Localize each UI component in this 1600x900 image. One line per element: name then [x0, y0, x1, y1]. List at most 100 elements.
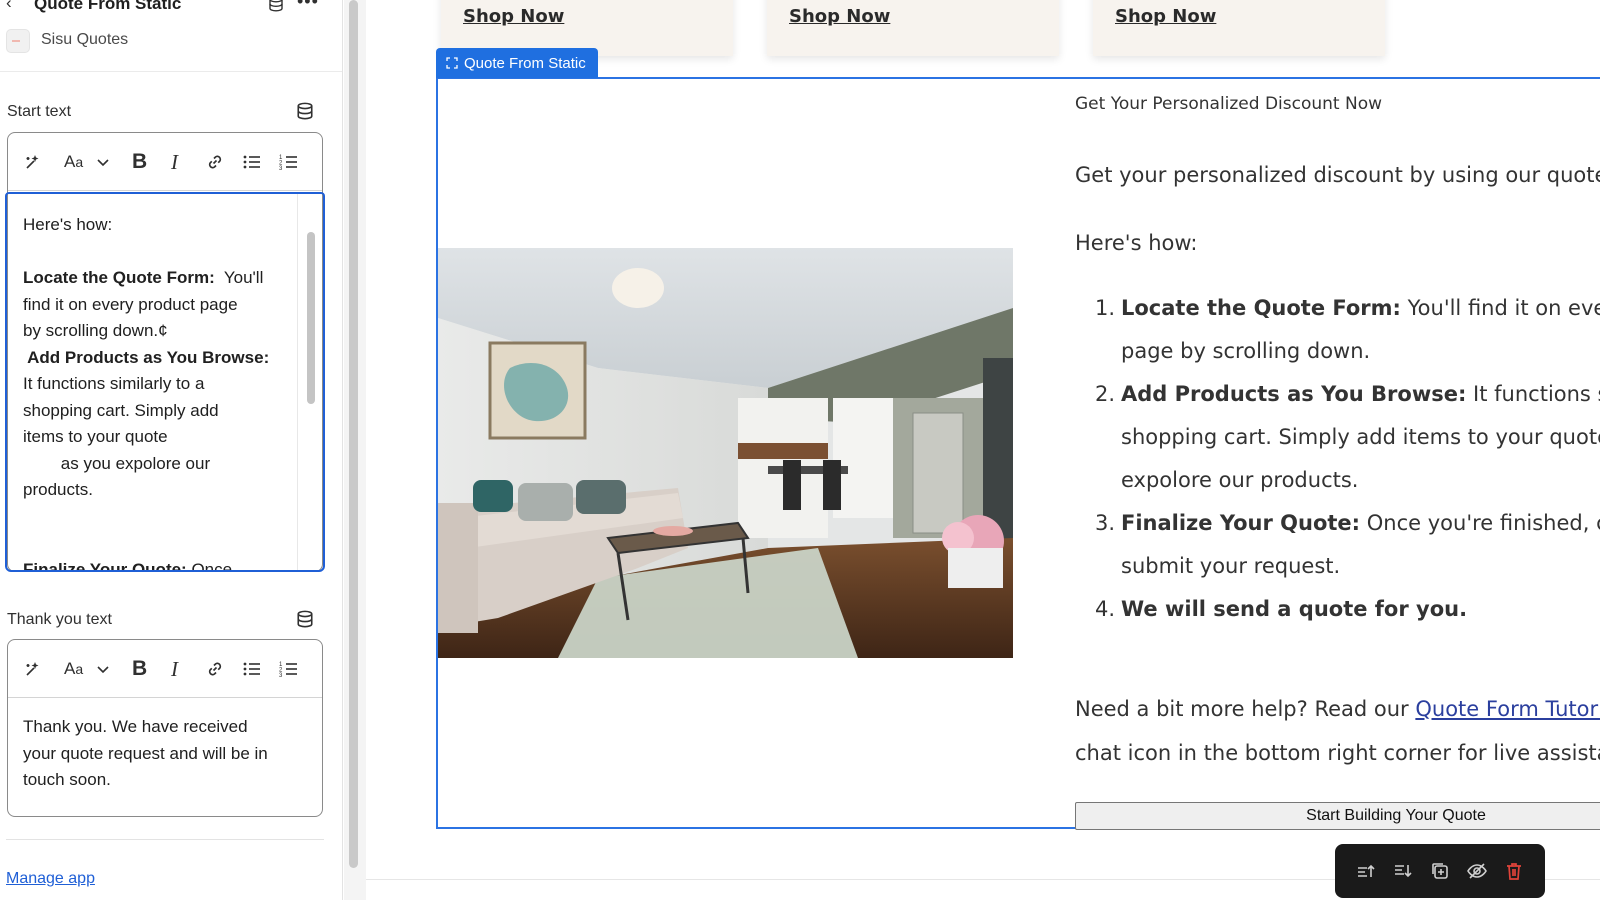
step-line: 1. Locate the Quote Form: You'll find it …	[1075, 296, 1600, 320]
app-logo	[6, 29, 30, 53]
product-card: Shop Now	[767, 0, 1059, 56]
bullet-list-icon[interactable]	[242, 657, 262, 681]
text-line: Here's how:	[23, 212, 322, 239]
editor-scrollbar[interactable]	[307, 232, 315, 404]
preview-canvas: Shop Now Shop Now Shop Now Quote From St…	[366, 0, 1600, 900]
more-options-icon[interactable]: •••	[297, 0, 319, 12]
text-line: Finalize Your Quote: Once	[23, 557, 322, 572]
italic-icon[interactable]: I	[171, 150, 178, 174]
text-line: It functions similarly to a	[23, 371, 322, 398]
step-line: expolore our products.	[1075, 468, 1358, 492]
text-line: touch soon.	[23, 770, 111, 789]
heres-how-text: Here's how:	[1075, 231, 1198, 255]
start-building-quote-button[interactable]: Start Building Your Quote	[1075, 802, 1600, 830]
help-text: Need a bit more help? Read our Quote For…	[1075, 697, 1600, 721]
text-line: shopping cart. Simply add	[23, 398, 322, 425]
bold-text: Locate the Quote Form:	[23, 268, 215, 287]
step-text: expolore our products.	[1121, 468, 1359, 492]
plain-text: It functions similarly to a	[23, 374, 205, 393]
start-text-content[interactable]: Here's how: Locate the Quote Form: You'll…	[8, 212, 322, 572]
move-down-icon[interactable]	[1390, 858, 1416, 884]
step-line: shopping cart. Simply add items to your …	[1075, 425, 1600, 449]
bold-icon[interactable]: B	[132, 657, 147, 681]
step-line: page by scrolling down.	[1075, 339, 1370, 363]
delete-icon[interactable]	[1501, 858, 1527, 884]
bold-text: Add Products as You Browse:	[23, 347, 270, 367]
step-bold: Finalize Your Quote:	[1121, 511, 1361, 535]
numbered-list-icon[interactable]: 123	[279, 657, 299, 681]
plain-text: as you expolore our	[23, 453, 211, 473]
shop-now-link[interactable]: Shop Now	[1115, 6, 1216, 27]
editor-scroll-track	[297, 194, 298, 570]
step-text: shopping cart. Simply add items to your …	[1121, 425, 1600, 449]
step-number: 4.	[1094, 597, 1115, 621]
start-text-label: Start text	[7, 103, 72, 120]
step-number: 3.	[1094, 511, 1115, 535]
hide-icon[interactable]	[1464, 858, 1490, 884]
text-line: products.	[23, 477, 322, 504]
step-text: Once you're finished, click	[1366, 511, 1600, 535]
bold-icon[interactable]: B	[132, 150, 147, 174]
manage-app-link[interactable]: Manage app	[6, 870, 95, 888]
plain-text: shopping cart. Simply add	[23, 400, 219, 420]
thank-you-content[interactable]: Thank you. We have received your quote r…	[8, 714, 322, 794]
svg-text:3: 3	[279, 673, 283, 679]
step-text: You'll find it on every p	[1407, 296, 1600, 320]
step-number: 1.	[1094, 296, 1115, 320]
move-up-icon[interactable]	[1353, 858, 1379, 884]
database-icon[interactable]	[296, 102, 314, 125]
sparkle-icon[interactable]	[23, 657, 43, 681]
block-actions-toolbar	[1335, 844, 1545, 898]
plain-text: Once	[186, 559, 233, 572]
sparkle-icon[interactable]	[23, 150, 43, 174]
intro-text: Get your personalized discount by using …	[1075, 163, 1600, 187]
start-text-editor[interactable]: Aa B I 123 Here's how: Locate the Quote F…	[7, 132, 323, 572]
sidebar-header: ‹ Quote From Static ••• Sisu Quotes	[0, 0, 342, 72]
step-line: 2. Add Products as You Browse: It functio…	[1075, 382, 1600, 406]
italic-icon[interactable]: I	[171, 657, 178, 681]
step-text: submit your request.	[1121, 554, 1341, 578]
step-line: submit your request.	[1075, 554, 1340, 578]
back-icon[interactable]: ‹	[6, 0, 12, 13]
help-prefix: Need a bit more help? Read our	[1075, 697, 1416, 721]
plain-text: by scrolling down.¢	[23, 321, 168, 340]
text-line	[23, 530, 322, 557]
step-text: It functions simila	[1473, 382, 1600, 406]
chevron-down-icon[interactable]	[96, 150, 110, 174]
font-size-icon[interactable]: Aa	[64, 150, 83, 174]
duplicate-icon[interactable]	[1427, 858, 1453, 884]
link-icon[interactable]	[205, 150, 225, 174]
rich-text-toolbar: Aa B I 123	[8, 640, 322, 698]
sidebar-scrollbar[interactable]	[349, 0, 358, 868]
svg-text:3: 3	[279, 166, 283, 172]
shop-now-link[interactable]: Shop Now	[463, 6, 564, 27]
quote-form-tutorial-link[interactable]: Quote Form Tutorial	[1415, 697, 1600, 721]
chevron-down-icon[interactable]	[96, 657, 110, 681]
text-line: as you expolore our	[23, 451, 322, 478]
database-icon[interactable]	[268, 0, 284, 17]
step-bold: Locate the Quote Form:	[1121, 296, 1401, 320]
shop-now-link[interactable]: Shop Now	[789, 6, 890, 27]
step-line: 3. Finalize Your Quote: Once you're finis…	[1075, 511, 1600, 535]
text-line	[23, 504, 322, 531]
plain-text: items to your quote	[23, 427, 168, 446]
plain-text: Here's how:	[23, 215, 113, 234]
text-line: Thank you. We have received	[23, 717, 248, 736]
bullet-list-icon[interactable]	[242, 150, 262, 174]
database-icon[interactable]	[296, 610, 314, 633]
start-button-label: Start Building Your Quote	[1306, 807, 1486, 824]
product-card: Shop Now	[1093, 0, 1385, 56]
text-line: Locate the Quote Form: You'll	[23, 265, 322, 292]
numbered-list-icon[interactable]: 123	[279, 150, 299, 174]
thank-you-editor[interactable]: Aa B I 123 Thank you. We have received y…	[7, 639, 323, 817]
plain-text: You'll	[214, 268, 264, 287]
text-line	[23, 239, 322, 266]
living-room-image	[438, 248, 1013, 658]
section-label[interactable]: Quote From Static	[436, 48, 598, 78]
text-line: your quote request and will be in	[23, 743, 268, 763]
bold-text: Finalize Your Quote:	[23, 559, 187, 572]
text-line: by scrolling down.¢	[23, 318, 322, 345]
font-size-icon[interactable]: Aa	[64, 657, 83, 681]
link-icon[interactable]	[205, 657, 225, 681]
text-line: find it on every product page	[23, 292, 322, 319]
